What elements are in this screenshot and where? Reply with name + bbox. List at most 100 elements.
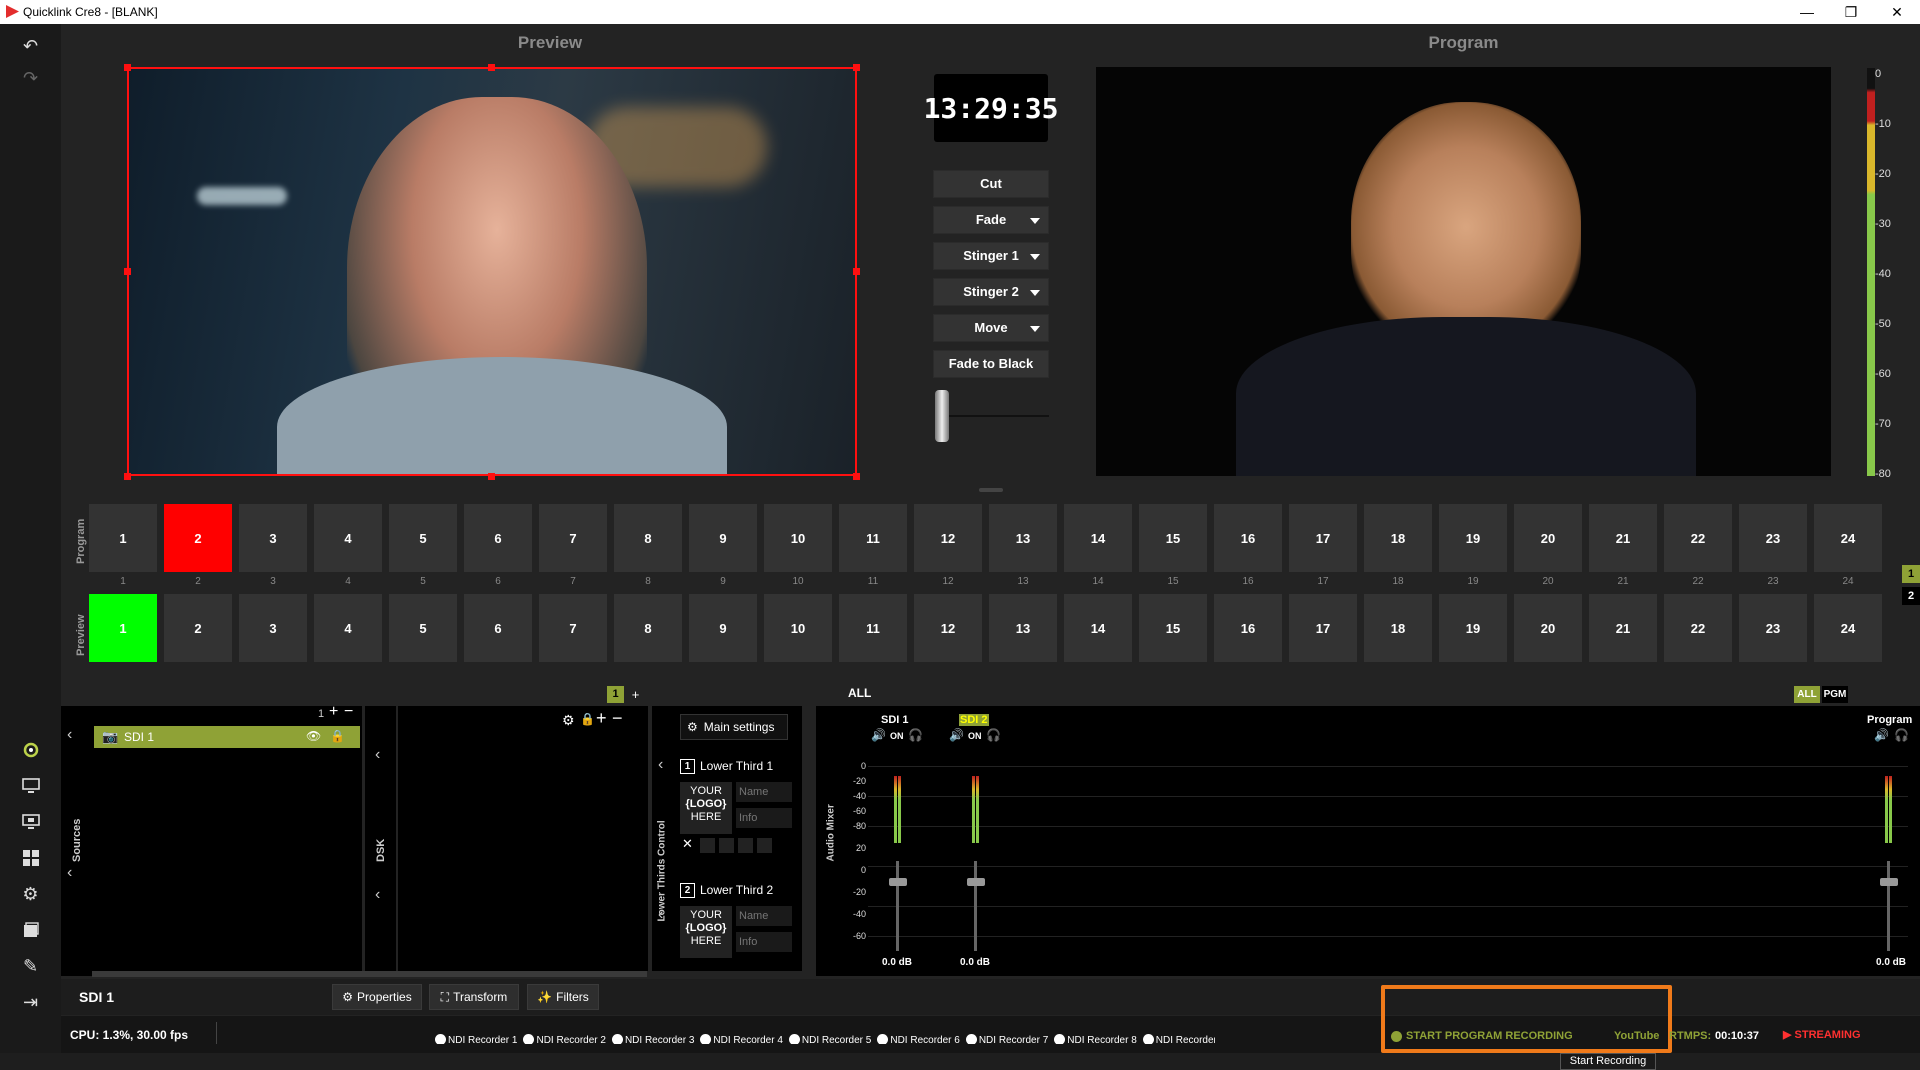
close-button[interactable]: ✕ — [1874, 0, 1920, 24]
resize-handle[interactable] — [488, 64, 495, 71]
layout-grid-icon[interactable] — [0, 842, 61, 874]
preview-button-14[interactable]: 14 — [1064, 594, 1132, 662]
lt2-info-field[interactable] — [736, 932, 792, 952]
program-button-8[interactable]: 8 — [614, 504, 682, 572]
fader-knob[interactable] — [1880, 878, 1898, 886]
preview-button-10[interactable]: 10 — [764, 594, 832, 662]
minimize-button[interactable]: — — [1784, 0, 1830, 24]
preview-button-7[interactable]: 7 — [539, 594, 607, 662]
visibility-eye-icon[interactable]: 👁 — [306, 729, 321, 743]
preview-button-2[interactable]: 2 — [164, 594, 232, 662]
preview-button-23[interactable]: 23 — [1739, 594, 1807, 662]
remove-source-button[interactable]: − — [344, 703, 353, 721]
headphones-icon[interactable]: 🎧 — [986, 728, 1001, 742]
resize-handle[interactable] — [853, 64, 860, 71]
speaker-icon[interactable]: 🔊 — [949, 728, 964, 742]
collapse-chevron-icon[interactable]: ‹ — [67, 864, 72, 882]
preview-button-1[interactable]: 1 — [89, 594, 157, 662]
program-button-11[interactable]: 11 — [839, 504, 907, 572]
multiview-icon[interactable] — [0, 806, 61, 838]
logo-placeholder[interactable]: YOUR {LOGO} HERE — [680, 906, 732, 958]
stinger2-button[interactable]: Stinger 2 — [933, 278, 1049, 306]
program-button-14[interactable]: 14 — [1064, 504, 1132, 572]
program-button-18[interactable]: 18 — [1364, 504, 1432, 572]
youtube-label[interactable]: YouTube — [1614, 1030, 1659, 1042]
source-item[interactable]: 📷 SDI 1 👁 🔒 — [94, 726, 360, 748]
ndi-recorder-toggle[interactable]: NDI Recorder 4 — [700, 1034, 783, 1044]
add-source-button[interactable]: + — [329, 703, 338, 721]
preview-button-13[interactable]: 13 — [989, 594, 1057, 662]
cut-button[interactable]: Cut — [933, 170, 1049, 198]
ndi-recorder-toggle[interactable]: NDI Recorder 1 — [435, 1034, 517, 1044]
preview-button-9[interactable]: 9 — [689, 594, 757, 662]
preview-video[interactable] — [127, 67, 857, 476]
preview-button-4[interactable]: 4 — [314, 594, 382, 662]
tbar-handle[interactable] — [935, 390, 949, 442]
page-tab-2[interactable]: 2 — [1902, 587, 1920, 605]
headphones-icon[interactable]: 🎧 — [1894, 728, 1909, 742]
program-button-22[interactable]: 22 — [1664, 504, 1732, 572]
exit-icon[interactable]: ⇥ — [0, 986, 61, 1018]
lt-slot[interactable] — [757, 838, 772, 853]
program-button-6[interactable]: 6 — [464, 504, 532, 572]
settings-gear-icon[interactable]: ⚙ — [0, 878, 61, 910]
program-button-19[interactable]: 19 — [1439, 504, 1507, 572]
chevron-down-icon[interactable] — [1030, 290, 1040, 296]
collapse-chevron-icon[interactable]: ‹ — [375, 886, 380, 904]
program-button-21[interactable]: 21 — [1589, 504, 1657, 572]
channel-on-toggle[interactable]: ON — [890, 731, 904, 741]
collapse-chevron-icon[interactable]: ‹ — [67, 726, 72, 744]
collapse-chevron-icon[interactable]: ‹ — [658, 906, 663, 924]
preview-button-3[interactable]: 3 — [239, 594, 307, 662]
chevron-down-icon[interactable] — [1030, 218, 1040, 224]
program-button-12[interactable]: 12 — [914, 504, 982, 572]
lt1-name-field[interactable] — [736, 782, 792, 802]
program-button-16[interactable]: 16 — [1214, 504, 1282, 572]
program-button-2[interactable]: 2 — [164, 504, 232, 572]
properties-button[interactable]: ⚙ Properties — [332, 984, 422, 1010]
speaker-icon[interactable]: 🔊 — [1874, 728, 1889, 742]
scene-tab[interactable]: 1 — [607, 686, 624, 703]
monitor-icon[interactable] — [0, 770, 61, 802]
program-button-24[interactable]: 24 — [1814, 504, 1882, 572]
lt-slot[interactable] — [719, 838, 734, 853]
program-button-5[interactable]: 5 — [389, 504, 457, 572]
main-settings-button[interactable]: ⚙ Main settings — [680, 714, 788, 740]
resize-handle[interactable] — [124, 64, 131, 71]
lt1-info-field[interactable] — [736, 808, 792, 828]
add-dsk-button[interactable]: + — [596, 708, 607, 729]
remove-dsk-button[interactable]: − — [612, 708, 623, 729]
start-recording-button[interactable]: START PROGRAM RECORDING — [1391, 1030, 1573, 1042]
undo-icon[interactable]: ↶ — [0, 30, 61, 62]
move-button[interactable]: Move — [933, 314, 1049, 342]
maximize-button[interactable]: ❐ — [1828, 0, 1874, 24]
chevron-down-icon[interactable] — [1030, 254, 1040, 260]
preview-button-12[interactable]: 12 — [914, 594, 982, 662]
resize-handle[interactable] — [853, 268, 860, 275]
program-button-9[interactable]: 9 — [689, 504, 757, 572]
streaming-button[interactable]: ▶ STREAMING — [1783, 1028, 1861, 1041]
refresh-icon[interactable] — [0, 734, 61, 766]
tools-icon[interactable]: ✎ — [0, 950, 61, 982]
preview-button-11[interactable]: 11 — [839, 594, 907, 662]
resize-handle[interactable] — [488, 473, 495, 480]
collapse-chevron-icon[interactable]: ‹ — [658, 756, 663, 774]
page-tab-1[interactable]: 1 — [1902, 565, 1920, 583]
horizontal-scrollbar[interactable] — [92, 971, 647, 977]
lt-slot[interactable] — [738, 838, 753, 853]
clear-icon[interactable]: ✕ — [682, 836, 693, 852]
ndi-recorder-toggle[interactable]: NDI Recorder 7 — [965, 1034, 1048, 1044]
preview-button-15[interactable]: 15 — [1139, 594, 1207, 662]
preview-button-18[interactable]: 18 — [1364, 594, 1432, 662]
ndi-recorder-toggle[interactable]: NDI Recorder 9 — [1142, 1034, 1215, 1044]
fade-to-black-button[interactable]: Fade to Black — [933, 350, 1049, 378]
program-button-20[interactable]: 20 — [1514, 504, 1582, 572]
transform-button[interactable]: ⛶ Transform — [429, 984, 519, 1010]
fader-knob[interactable] — [889, 878, 907, 886]
collapse-chevron-icon[interactable]: ‹ — [375, 746, 380, 764]
resize-handle[interactable] — [124, 268, 131, 275]
audio-tab-all[interactable]: ALL — [848, 686, 871, 700]
fade-button[interactable]: Fade — [933, 206, 1049, 234]
lock-icon[interactable]: 🔒 — [330, 729, 345, 743]
preview-button-20[interactable]: 20 — [1514, 594, 1582, 662]
